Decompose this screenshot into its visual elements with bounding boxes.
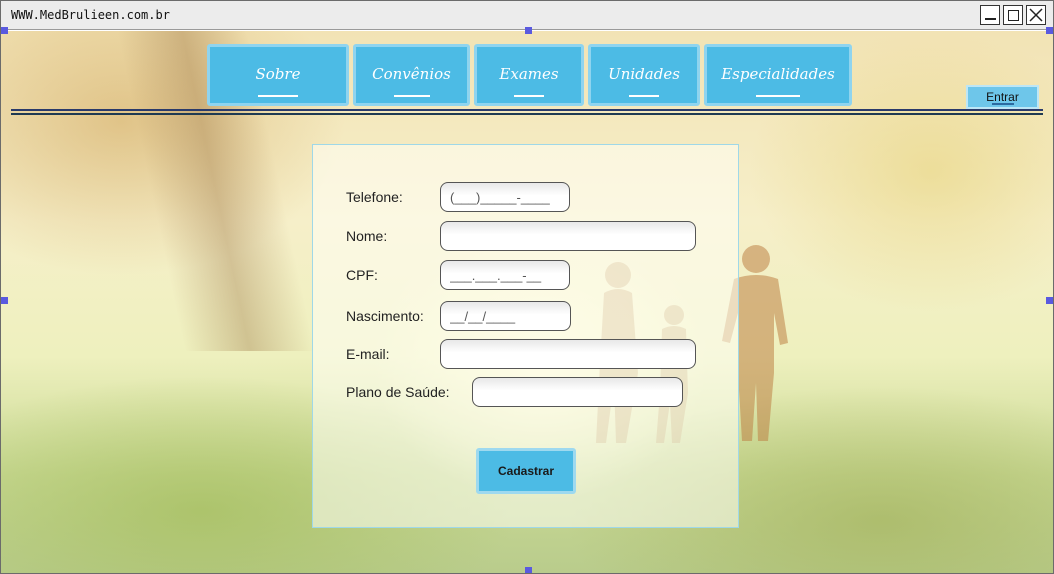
nav-label: Convênios <box>372 64 451 83</box>
email-label: E-mail: <box>346 346 390 362</box>
nome-label: Nome: <box>346 228 388 244</box>
nav-label: Especialidades <box>721 64 835 83</box>
nav-item-especialidades[interactable]: Especialidades <box>704 44 852 106</box>
cadastrar-button[interactable]: Cadastrar <box>476 448 576 494</box>
title-bar: WWW.MedBrulieen.com.br <box>1 1 1053 30</box>
telefone-label: Telefone: <box>346 189 403 205</box>
login-button[interactable]: Entrar <box>966 85 1039 109</box>
nascimento-field[interactable] <box>440 301 571 331</box>
nav-underline <box>393 95 430 97</box>
maximize-button[interactable] <box>1003 5 1023 25</box>
nav-item-exames[interactable]: Exames <box>474 44 584 106</box>
resize-handle[interactable] <box>525 567 532 573</box>
plano-label: Plano de Saúde: <box>346 384 450 400</box>
close-icon <box>1029 8 1043 22</box>
nav-underline <box>756 95 800 97</box>
cpf-field[interactable] <box>440 260 570 290</box>
maximize-icon <box>1007 9 1019 21</box>
header-divider-secondary <box>11 113 1043 115</box>
nav-underline <box>258 95 298 97</box>
resize-handle[interactable] <box>525 27 532 34</box>
plano-field[interactable] <box>472 377 683 407</box>
nav-label: Exames <box>499 64 559 83</box>
nav-underline <box>629 95 659 97</box>
nav-label: Sobre <box>255 64 301 83</box>
resize-handle[interactable] <box>1 297 8 304</box>
nascimento-label: Nascimento: <box>346 308 424 324</box>
nav-item-convenios[interactable]: Convênios <box>353 44 470 106</box>
minimize-button[interactable] <box>980 5 1000 25</box>
main-nav: Sobre Convênios Exames Unidades Especial… <box>207 44 852 106</box>
telefone-field[interactable] <box>440 182 570 212</box>
minimize-icon <box>984 18 996 20</box>
resize-handle[interactable] <box>1046 297 1053 304</box>
registration-form: Telefone: Nome: CPF: Nascimento: E-mail:… <box>312 144 739 528</box>
header-divider <box>11 109 1043 111</box>
cpf-label: CPF: <box>346 267 378 283</box>
email-field[interactable] <box>440 339 696 369</box>
browser-window: WWW.MedBrulieen.com.br Sobre Convênios E… <box>0 0 1054 574</box>
resize-handle[interactable] <box>1046 27 1053 34</box>
site-url: WWW.MedBrulieen.com.br <box>11 8 170 22</box>
page-canvas: Sobre Convênios Exames Unidades Especial… <box>1 31 1053 573</box>
nome-field[interactable] <box>440 221 696 251</box>
close-button[interactable] <box>1026 5 1046 25</box>
nav-label: Unidades <box>608 64 680 83</box>
nav-underline <box>514 95 544 97</box>
nav-item-sobre[interactable]: Sobre <box>207 44 349 106</box>
resize-handle[interactable] <box>1 27 8 34</box>
nav-item-unidades[interactable]: Unidades <box>588 44 700 106</box>
